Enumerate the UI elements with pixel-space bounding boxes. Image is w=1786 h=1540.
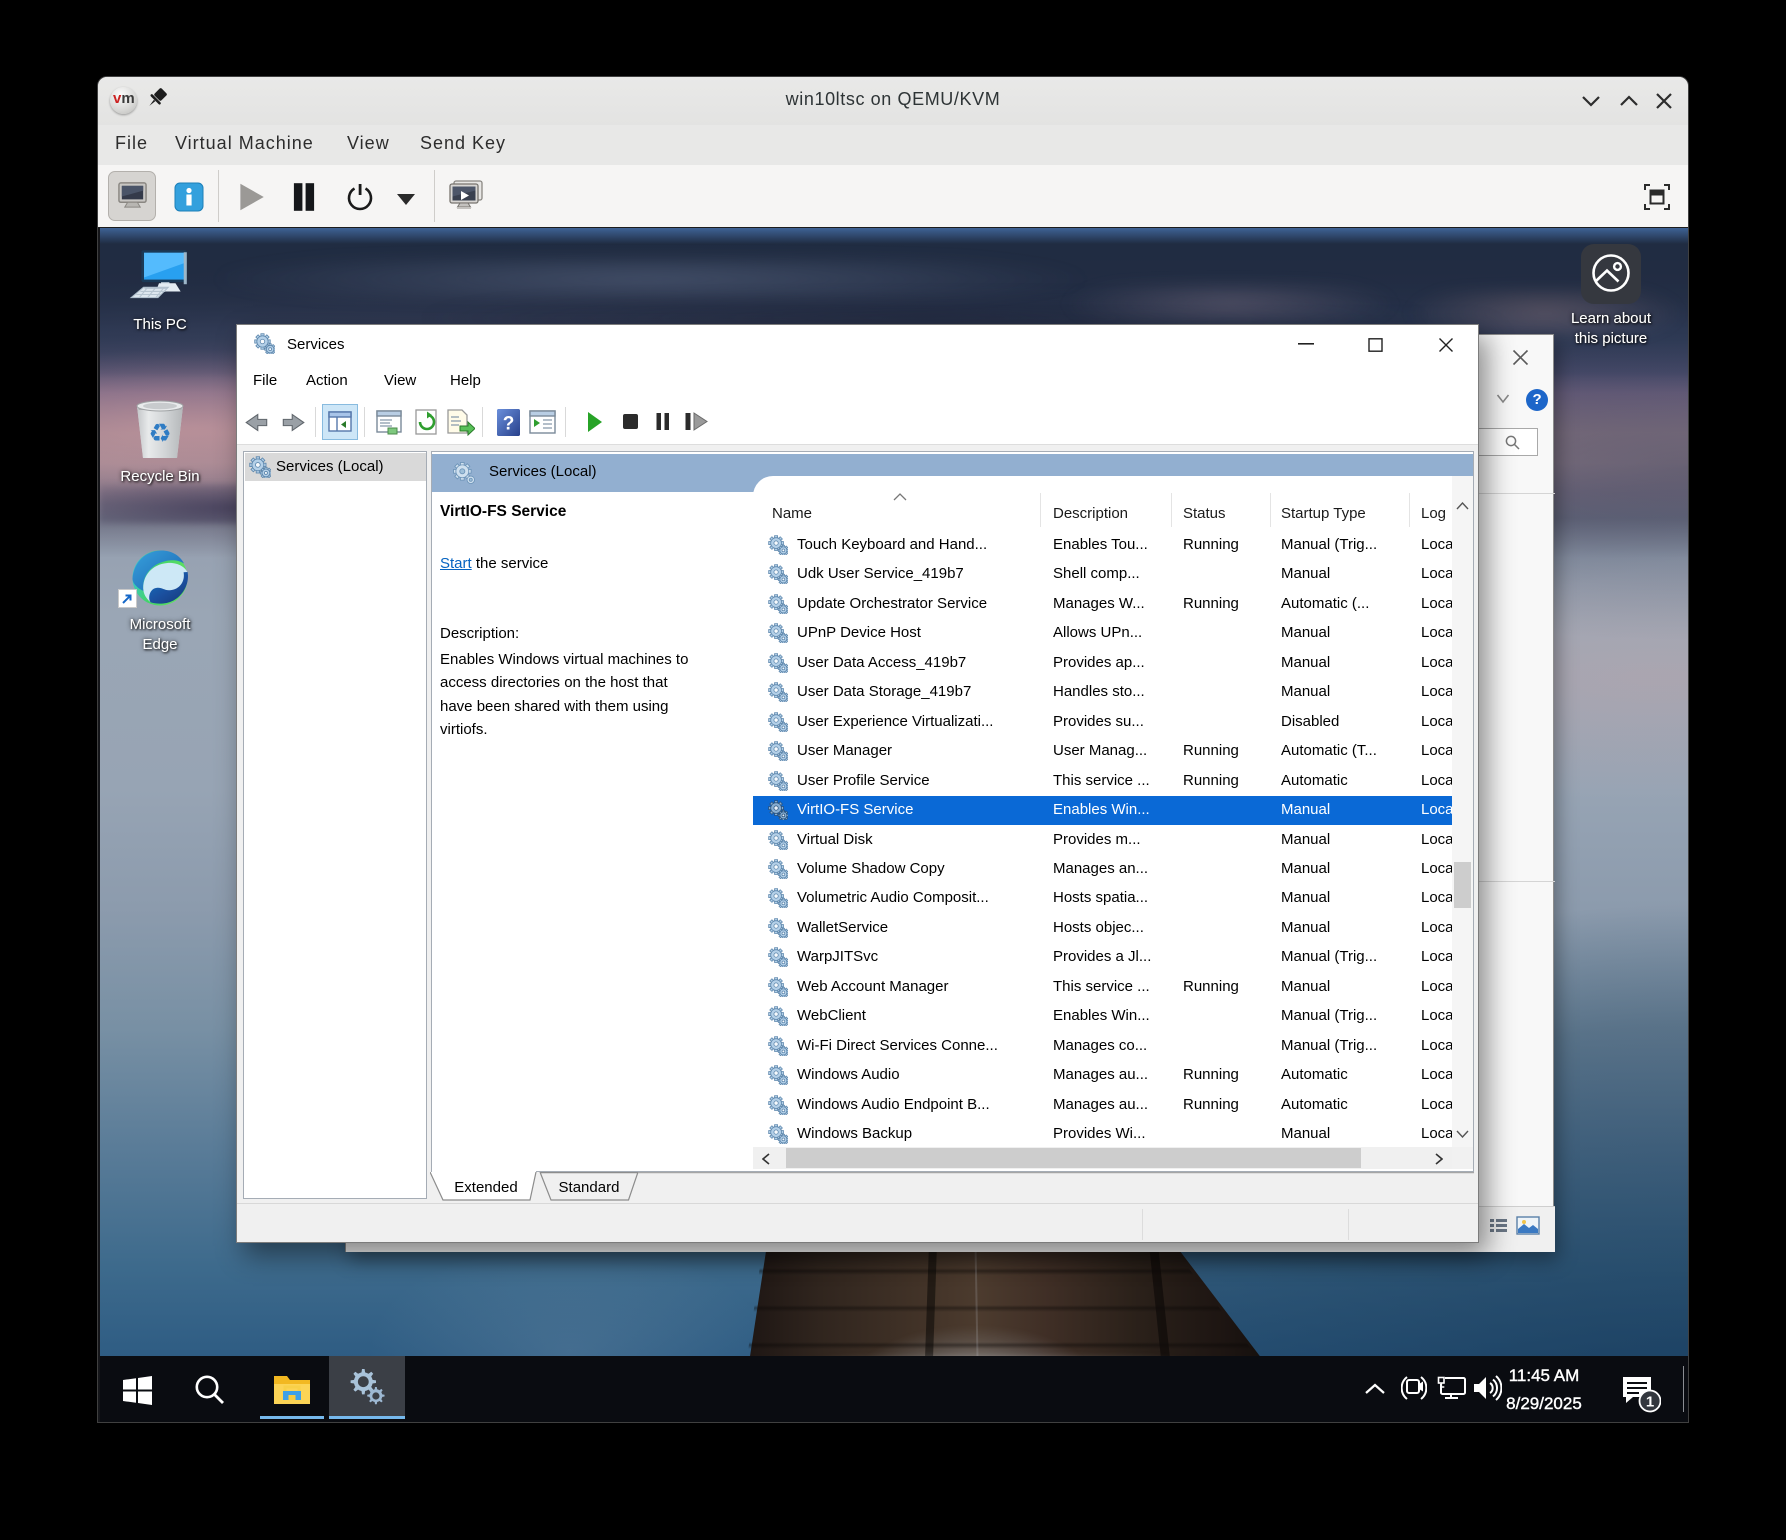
svg-text:?: ? — [503, 414, 515, 435]
svg-text:1: 1 — [1646, 1394, 1654, 1411]
svg-text:Extended: Extended — [454, 1179, 517, 1196]
svg-text:♻: ♻ — [148, 418, 171, 448]
svg-text:Standard: Standard — [559, 1179, 620, 1196]
